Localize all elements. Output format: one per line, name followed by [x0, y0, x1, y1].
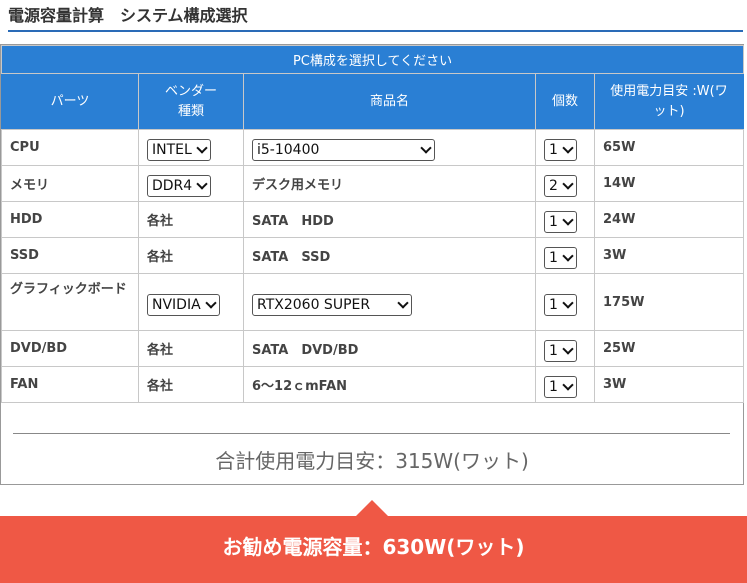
vendor-select[interactable]: INTEL: [147, 139, 211, 161]
power-value: 25W: [593, 330, 745, 367]
product-cell: RTX2060 SUPER: [243, 273, 536, 331]
parts-table: PC構成を選択してください パーツ ベンダー 種類 商品名 個数 使用電力目安 …: [0, 45, 745, 403]
column-header-vendor: ベンダー 種類: [138, 73, 244, 130]
qty-select-value: 1: [549, 343, 558, 359]
table-row: FAN 各社 6～12ｃmFAN 1 3W: [1, 366, 745, 403]
product-name: SATA HDD: [243, 201, 536, 238]
qty-cell: 1: [535, 366, 595, 403]
chevron-down-icon: [420, 142, 432, 154]
qty-select[interactable]: 2: [544, 175, 577, 197]
qty-select-value: 1: [549, 214, 558, 230]
column-header-product: 商品名: [243, 73, 536, 130]
chevron-down-icon: [562, 178, 574, 190]
product-name: SATA SSD: [243, 237, 536, 274]
table-row: メモリ DDR4 デスク用メモリ 2 14W: [1, 165, 745, 202]
column-header-part: パーツ: [1, 73, 139, 130]
qty-select[interactable]: 1: [544, 376, 577, 398]
qty-select[interactable]: 1: [544, 139, 577, 161]
recommended-psu-banner: お勧め電源容量：630W(ワット): [0, 516, 747, 583]
vendor-select-value: DDR4: [152, 178, 193, 194]
vendor-cell: DDR4: [138, 165, 244, 202]
part-name: FAN: [1, 366, 139, 403]
chevron-down-icon: [562, 250, 574, 262]
qty-select-value: 1: [549, 250, 558, 266]
product-select[interactable]: i5-10400: [252, 139, 435, 161]
total-power: 合計使用電力目安：315W(ワット): [215, 449, 529, 473]
chevron-down-icon: [397, 296, 409, 309]
product-name: 6～12ｃmFAN: [243, 366, 536, 403]
part-name: DVD/BD: [1, 330, 139, 367]
vendor-select[interactable]: DDR4: [147, 175, 212, 197]
qty-select[interactable]: 1: [544, 293, 577, 316]
qty-select[interactable]: 1: [544, 247, 577, 269]
part-name: メモリ: [1, 165, 139, 202]
part-name: HDD: [1, 201, 139, 238]
qty-cell: 1: [535, 237, 595, 274]
chevron-down-icon: [562, 343, 574, 355]
qty-select[interactable]: 1: [544, 211, 577, 233]
vendor-name: 各社: [138, 330, 244, 367]
part-name: グラフィックボード: [1, 273, 139, 331]
product-name: デスク用メモリ: [243, 165, 536, 202]
chevron-down-icon: [196, 142, 208, 154]
table-caption: PC構成を選択してください: [0, 45, 745, 74]
product-select-value: i5-10400: [257, 142, 320, 158]
power-value: 24W: [593, 201, 745, 238]
power-value: 65W: [593, 129, 745, 166]
product-name: SATA DVD/BD: [243, 330, 536, 367]
power-value: 3W: [593, 366, 745, 403]
column-header-qty: 個数: [535, 73, 595, 130]
configuration-panel: PC構成を選択してください パーツ ベンダー 種類 商品名 個数 使用電力目安 …: [0, 44, 745, 485]
column-header-power-line1: 使用電力目安 :W(ワ: [610, 83, 728, 99]
table-row: SSD 各社 SATA SSD 1 3W: [1, 237, 745, 274]
product-select[interactable]: RTX2060 SUPER: [252, 293, 412, 316]
chevron-down-icon: [562, 214, 574, 226]
chevron-down-icon: [196, 178, 208, 190]
vendor-name: 各社: [138, 237, 244, 274]
chevron-down-icon: [562, 296, 574, 309]
table-row: DVD/BD 各社 SATA DVD/BD 1 25W: [1, 330, 745, 367]
qty-cell: 1: [535, 330, 595, 367]
qty-cell: 1: [535, 201, 595, 238]
product-select-value: RTX2060 SUPER: [257, 296, 371, 313]
vendor-cell: INTEL: [138, 129, 244, 166]
qty-cell: 1: [535, 129, 595, 166]
qty-select-value: 1: [549, 379, 558, 395]
table-row: CPU INTEL i5-10400 1 65W: [1, 129, 745, 166]
vendor-name: 各社: [138, 366, 244, 403]
qty-select-value: 1: [549, 296, 558, 313]
table-row: HDD 各社 SATA HDD 1 24W: [1, 201, 745, 238]
column-header-power: 使用電力目安 :W(ワ ット): [593, 73, 745, 130]
power-value: 14W: [593, 165, 745, 202]
column-header-vendor-line2: 種類: [177, 103, 204, 119]
divider: [13, 433, 730, 434]
column-header-power-line2: ット): [653, 103, 685, 119]
recommend-arrow: [356, 500, 388, 516]
power-value: 3W: [593, 237, 745, 274]
page-title: 電源容量計算 システム構成選択: [8, 4, 743, 32]
qty-select[interactable]: 1: [544, 340, 577, 362]
chevron-down-icon: [562, 142, 574, 154]
vendor-select-value: INTEL: [152, 142, 192, 158]
vendor-cell: NVIDIA: [138, 273, 244, 331]
qty-select-value: 2: [549, 178, 558, 194]
table-row: グラフィックボード NVIDIA RTX2060 SUPER 1 175W: [1, 273, 745, 331]
chevron-down-icon: [205, 296, 217, 309]
qty-cell: 2: [535, 165, 595, 202]
vendor-name: 各社: [138, 201, 244, 238]
part-name: CPU: [1, 129, 139, 166]
power-value: 175W: [593, 273, 745, 331]
qty-cell: 1: [535, 273, 595, 331]
column-header-vendor-line1: ベンダー: [164, 83, 217, 99]
chevron-down-icon: [562, 379, 574, 391]
vendor-select-value: NVIDIA: [152, 296, 201, 313]
product-cell: i5-10400: [243, 129, 536, 166]
part-name: SSD: [1, 237, 139, 274]
qty-select-value: 1: [549, 142, 558, 158]
vendor-select[interactable]: NVIDIA: [147, 293, 220, 316]
